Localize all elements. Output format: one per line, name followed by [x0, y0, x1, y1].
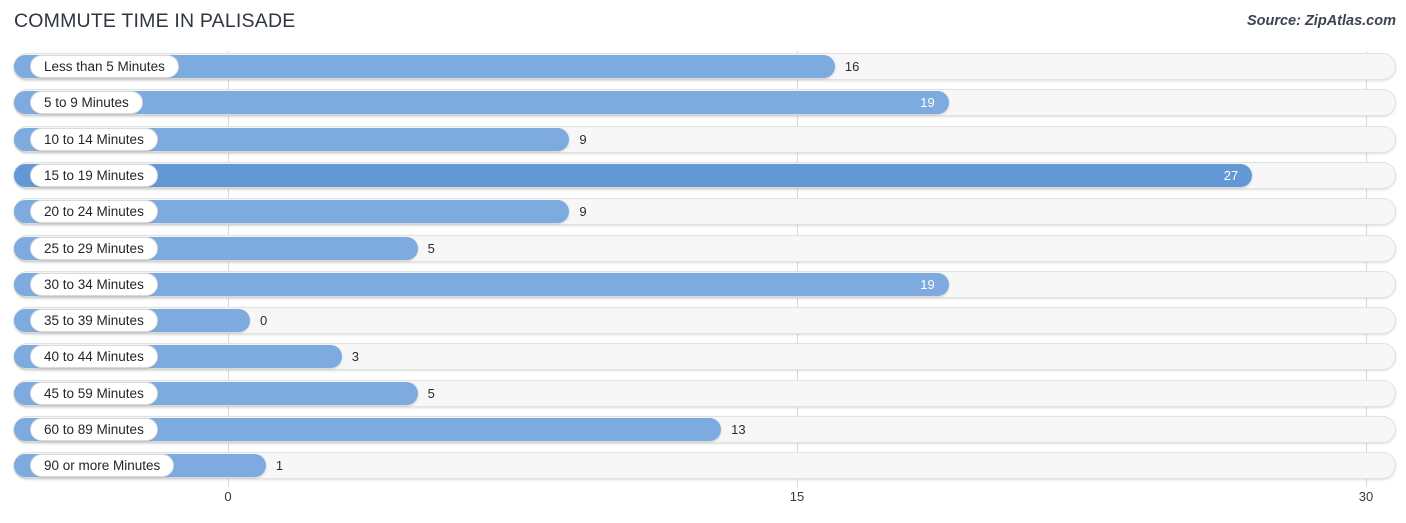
bar-value-label: 3: [351, 349, 360, 365]
bar-value-label: 19: [920, 276, 935, 292]
bar-row[interactable]: 16 Less than 5 Minutes: [0, 53, 1406, 84]
page-title: COMMUTE TIME IN PALISADE: [14, 10, 296, 32]
x-axis-tick-label: 0: [224, 489, 232, 504]
bar-category-label: 45 to 59 Minutes: [30, 381, 158, 405]
bar-fill[interactable]: [14, 163, 1253, 187]
bar-category-label: 90 or more Minutes: [30, 454, 175, 478]
bar-value-label: 9: [579, 131, 587, 147]
bar-row[interactable]: 9 10 to 14 Minutes: [0, 125, 1406, 157]
x-axis-tick-label: 15: [789, 489, 805, 504]
bar-category-label: 20 to 24 Minutes: [30, 200, 158, 224]
commute-time-bar-chart: COMMUTE TIME IN PALISADE Source: ZipAtla…: [0, 0, 1406, 523]
bar-category-label: 25 to 29 Minutes: [30, 236, 158, 260]
bar-value-label: 0: [260, 313, 268, 329]
bar-category-label: Less than 5 Minutes: [30, 55, 179, 78]
bar-category-label: 15 to 19 Minutes: [30, 163, 158, 187]
bar-category-label: 10 to 14 Minutes: [30, 127, 158, 151]
bar-row[interactable]: 5 45 to 59 Minutes: [0, 379, 1406, 411]
bar-value-label: 5: [427, 240, 435, 256]
bar-value-label: 13: [731, 422, 746, 437]
x-axis: 0 15 30: [0, 487, 1406, 517]
bar-value-label: 9: [579, 204, 587, 220]
bar-fill[interactable]: [14, 91, 949, 115]
bar-value-label: 27: [1223, 167, 1239, 183]
bar-row[interactable]: 9 20 to 24 Minutes: [0, 198, 1406, 229]
bar-value-label: 5: [427, 385, 435, 401]
bar-category-label: 5 to 9 Minutes: [30, 91, 143, 115]
bar-row[interactable]: 19 5 to 9 Minutes: [0, 89, 1406, 120]
bar-row[interactable]: 19 30 to 34 Minutes: [0, 270, 1406, 302]
bar-category-label: 30 to 34 Minutes: [30, 272, 158, 296]
bar-row[interactable]: 5 25 to 29 Minutes: [0, 234, 1406, 266]
bar-category-label: 40 to 44 Minutes: [30, 345, 158, 369]
bar-row[interactable]: 1 90 or more Minutes: [0, 452, 1406, 483]
bar-row[interactable]: 0 35 to 39 Minutes: [0, 307, 1406, 338]
bar-row[interactable]: 3 40 to 44 Minutes: [0, 343, 1406, 374]
bar-value-label: 19: [920, 95, 935, 111]
bar-value-label: 16: [844, 59, 860, 74]
x-axis-tick-label: 30: [1358, 489, 1374, 504]
bar-category-label: 60 to 89 Minutes: [30, 418, 158, 441]
bar-value-label: 1: [275, 458, 284, 474]
bar-row[interactable]: 13 60 to 89 Minutes: [0, 416, 1406, 447]
source-attribution: Source: ZipAtlas.com: [1246, 13, 1396, 29]
bar-row[interactable]: 27 15 to 19 Minutes: [0, 161, 1406, 193]
bar-category-label: 35 to 39 Minutes: [30, 309, 158, 333]
plot-area: 16 Less than 5 Minutes 19 5 to 9 Minutes 9 10…: [0, 51, 1406, 487]
